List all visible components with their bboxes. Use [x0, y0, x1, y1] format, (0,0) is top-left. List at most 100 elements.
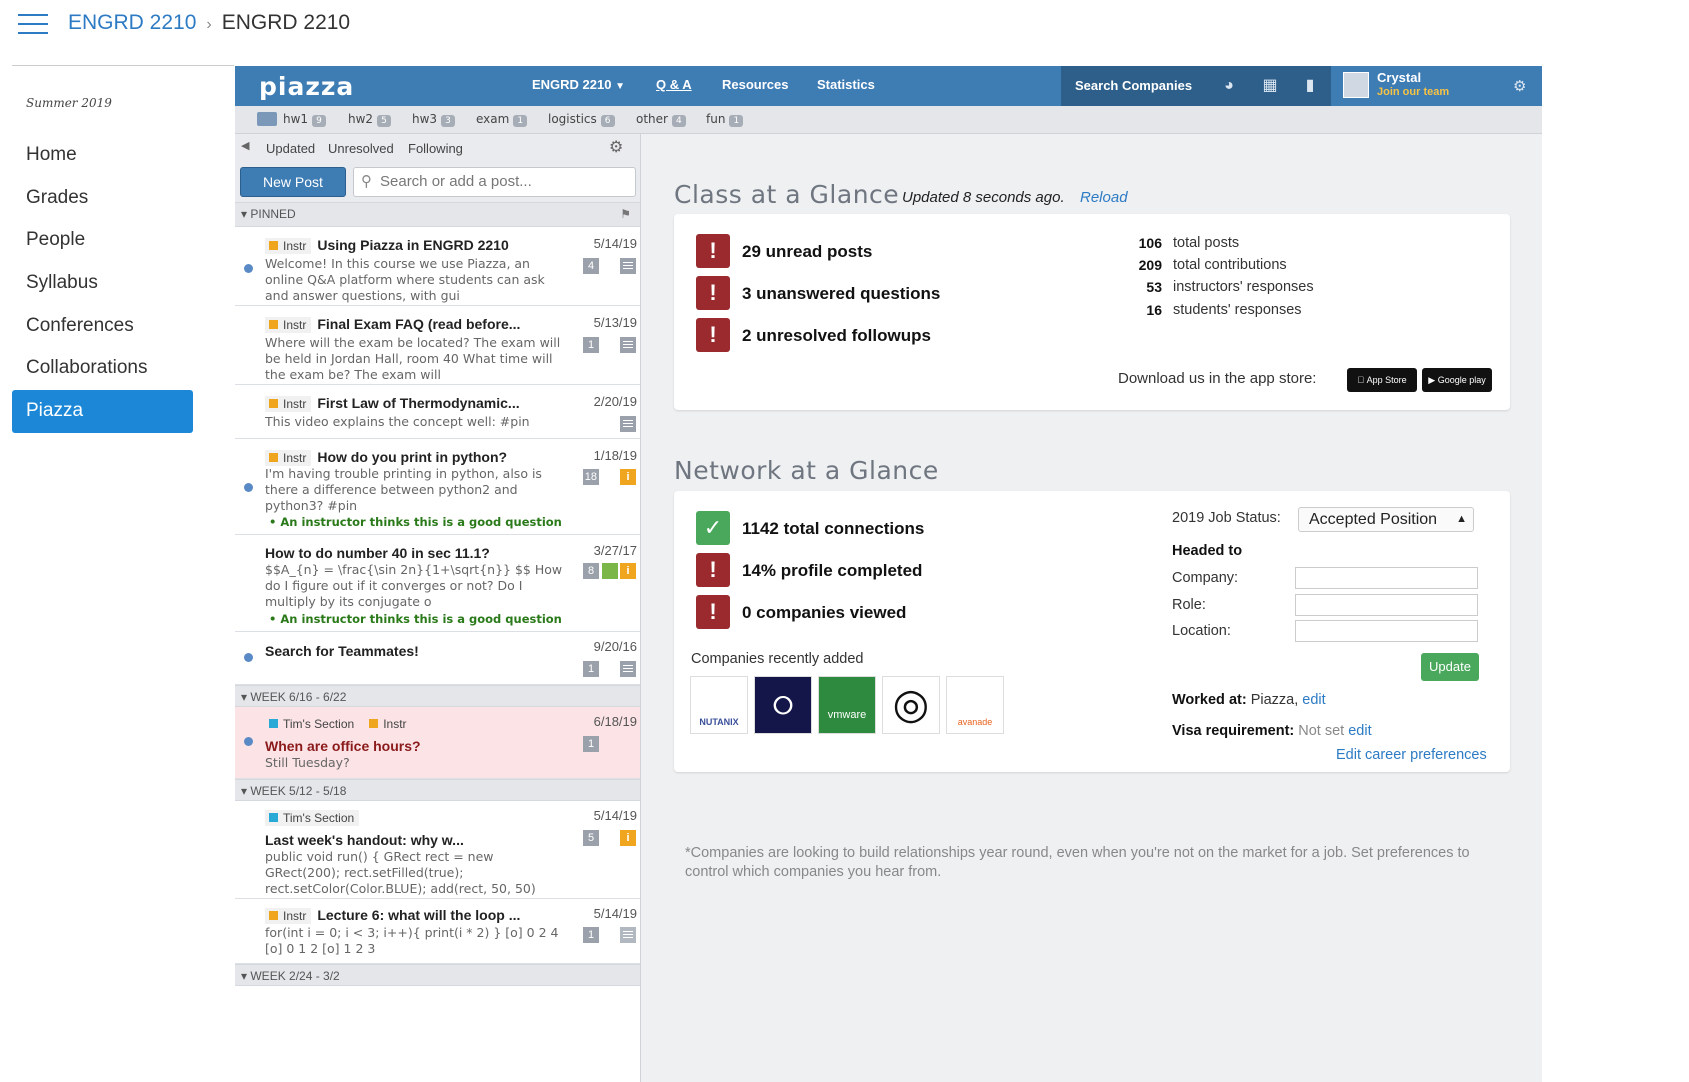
- folder-fun[interactable]: fun 1: [706, 112, 744, 127]
- google-play-button[interactable]: ▶ Google play: [1422, 368, 1492, 392]
- post-item[interactable]: Instr How do you print in python? I'm hav…: [235, 439, 640, 535]
- folder-exam[interactable]: exam 1: [476, 112, 528, 127]
- course-nav-people[interactable]: People: [12, 219, 234, 262]
- collapse-feed-icon[interactable]: ◀: [241, 139, 249, 152]
- company-logo-dots[interactable]: ⭘: [754, 676, 812, 734]
- new-post-button[interactable]: New Post: [240, 167, 346, 197]
- tab-statistics[interactable]: Statistics: [817, 77, 875, 92]
- folder-hw2[interactable]: hw2 5: [348, 112, 391, 127]
- course-nav-conferences[interactable]: Conferences: [12, 305, 234, 348]
- class-glance-heading: Class at a Glance: [674, 180, 900, 209]
- user-menu[interactable]: Crystal Join our team ⚙: [1331, 66, 1542, 106]
- search-post-input[interactable]: ⚲ Search or add a post...: [353, 167, 636, 197]
- folder-label: hw1: [283, 112, 309, 126]
- network-glance-card: ✓ 1142 total connections ! 14% profile c…: [674, 491, 1510, 772]
- note-icon: [620, 337, 636, 353]
- filter-unresolved[interactable]: Unresolved: [328, 141, 394, 156]
- course-nav-grades[interactable]: Grades: [12, 177, 234, 220]
- globe-icon[interactable]: ◕: [1219, 76, 1239, 96]
- worked-at-value: Piazza,: [1250, 692, 1299, 708]
- piazza-logo[interactable]: piazza: [259, 72, 354, 101]
- role-label: Role:: [1172, 597, 1206, 613]
- post-date: 5/13/19: [593, 315, 637, 330]
- course-nav-collaborations[interactable]: Collaborations: [12, 347, 234, 390]
- post-item[interactable]: Instr First Law of Thermodynamic... This …: [235, 385, 640, 439]
- filter-following[interactable]: Following: [408, 141, 463, 156]
- breadcrumb-current: ENGRD 2210: [221, 11, 351, 34]
- stat-label: total posts: [1173, 235, 1240, 251]
- app-store-button[interactable]:  App Store: [1347, 368, 1417, 392]
- folder-hw3[interactable]: hw3 3: [412, 112, 455, 127]
- folder-other[interactable]: other 4: [636, 112, 686, 127]
- good-question-note: • An instructor thinks this is a good qu…: [269, 612, 562, 626]
- join-team-link[interactable]: Join our team: [1377, 86, 1449, 98]
- search-companies-button[interactable]: Search Companies: [1061, 66, 1331, 106]
- chat-icon[interactable]: ▮: [1300, 76, 1320, 96]
- post-item[interactable]: How to do number 40 in sec 11.1? $$A_{n}…: [235, 535, 640, 632]
- course-nav-piazza[interactable]: Piazza: [12, 390, 193, 433]
- folder-hw1[interactable]: hw1 9: [283, 112, 326, 127]
- avatar: [1343, 72, 1369, 98]
- course-switcher-label: ENGRD 2210: [532, 77, 612, 92]
- user-name: Crystal: [1377, 70, 1422, 85]
- tag-section: Tim's Section: [265, 810, 360, 826]
- post-item[interactable]: Tim's Section Instr When are office hours…: [235, 707, 640, 779]
- unread-posts[interactable]: 29 unread posts: [742, 242, 872, 262]
- group-header-week[interactable]: ▾ WEEK 2/24 - 3/2: [235, 964, 640, 986]
- unread-dot-icon: [244, 483, 253, 492]
- group-header-week[interactable]: ▾ WEEK 6/16 - 6/22: [235, 685, 640, 707]
- post-count: 1: [583, 927, 599, 943]
- role-field[interactable]: [1295, 594, 1478, 616]
- folder-count: 4: [671, 115, 686, 127]
- course-nav-syllabus[interactable]: Syllabus: [12, 262, 234, 305]
- breadcrumb-course-link[interactable]: ENGRD 2210: [68, 11, 196, 34]
- visa-value: Not set: [1298, 723, 1345, 739]
- post-item[interactable]: Tim's Section Last week's handout: why w…: [235, 801, 640, 899]
- folder-label: other: [636, 112, 668, 126]
- company-logo-rings[interactable]: ◎: [882, 676, 940, 734]
- job-status-select[interactable]: Accepted Position ▲: [1298, 507, 1474, 532]
- tab-qa[interactable]: Q & A: [656, 77, 692, 92]
- piazza-top-bar: piazza ENGRD 2210 ▼ Q & A Resources Stat…: [235, 66, 1542, 106]
- reload-link[interactable]: Reload: [1080, 189, 1128, 206]
- post-date: 5/14/19: [593, 808, 637, 823]
- edit-career-preferences-link[interactable]: Edit career preferences: [1336, 747, 1487, 763]
- profile-completed[interactable]: 14% profile completed: [742, 561, 922, 581]
- post-item[interactable]: Instr Using Piazza in ENGRD 2210 Welcome!…: [235, 227, 640, 306]
- tag-instr: Instr: [265, 396, 312, 412]
- company-logo-avanade[interactable]: avanade: [946, 676, 1004, 734]
- company-logo-vmware[interactable]: vmware: [818, 676, 876, 734]
- group-header-week[interactable]: ▾ WEEK 5/12 - 5/18: [235, 779, 640, 801]
- instructor-answer-icon: i: [620, 830, 636, 846]
- unresolved-followups[interactable]: 2 unresolved followups: [742, 326, 931, 346]
- folder-label: hw2: [348, 112, 374, 126]
- edit-visa-link[interactable]: edit: [1348, 723, 1371, 739]
- filter-updated[interactable]: Updated: [266, 141, 315, 156]
- stat-number: 209: [1138, 257, 1162, 273]
- feed-settings-gear-icon[interactable]: ⚙: [609, 137, 623, 157]
- folder-bar: hw1 9 hw2 5 hw3 3 exam 1 logistics 6 other 4 f…: [235, 106, 1542, 134]
- company-logo-nutanix[interactable]: NUTANIX: [690, 676, 748, 734]
- stat-label: total contributions: [1173, 257, 1287, 273]
- tab-resources[interactable]: Resources: [722, 77, 788, 92]
- post-item[interactable]: Instr Lecture 6: what will the loop ... f…: [235, 899, 640, 964]
- company-field[interactable]: [1295, 567, 1478, 589]
- calendar-icon[interactable]: ▦: [1260, 76, 1280, 96]
- folder-logistics[interactable]: logistics 6: [548, 112, 615, 127]
- post-title-row: Instr How do you print in python?: [265, 449, 507, 466]
- course-nav-home[interactable]: Home: [12, 134, 234, 177]
- post-item[interactable]: Instr Final Exam FAQ (read before... Wher…: [235, 306, 640, 385]
- post-title: How do you print in python?: [317, 449, 508, 465]
- edit-worked-at-link[interactable]: edit: [1302, 692, 1325, 708]
- gear-icon[interactable]: ⚙: [1513, 77, 1526, 95]
- location-field[interactable]: [1295, 620, 1478, 642]
- group-header-pinned[interactable]: ▾ PINNED ⚑: [235, 202, 640, 227]
- hamburger-menu-icon[interactable]: [18, 14, 48, 36]
- post-title-row: Instr Lecture 6: what will the loop ...: [265, 907, 520, 924]
- course-switcher[interactable]: ENGRD 2210 ▼: [532, 77, 625, 92]
- post-snippet: This video explains the concept well: #p…: [265, 414, 530, 429]
- course-navigation: Summer 2019 Home Grades People Syllabus …: [12, 66, 234, 433]
- update-button[interactable]: Update: [1421, 653, 1479, 681]
- unanswered-questions[interactable]: 3 unanswered questions: [742, 284, 940, 304]
- post-item[interactable]: Search for Teammates! 9/20/16 1: [235, 632, 640, 685]
